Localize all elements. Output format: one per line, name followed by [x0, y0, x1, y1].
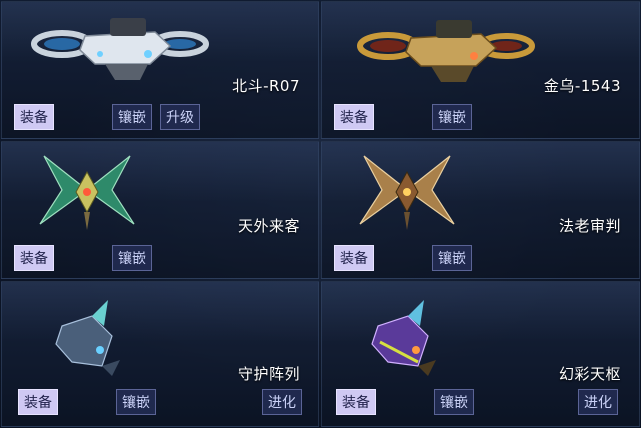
pet-card-shouhu[interactable]: 守护阵列 装备 镶嵌 进化 — [1, 281, 319, 427]
mech-pet-purple-icon — [371, 300, 436, 376]
pet-name: 北斗-R07 — [232, 77, 300, 95]
pet-card-falao[interactable]: 法老审判 装备 镶嵌 — [321, 141, 640, 279]
equip-button[interactable]: 装备 — [14, 245, 54, 271]
drone-gold-icon — [357, 20, 535, 82]
pet-name: 幻彩天枢 — [558, 365, 621, 383]
inlay-button[interactable]: 镶嵌 — [112, 245, 152, 271]
inlay-button[interactable]: 镶嵌 — [432, 104, 472, 130]
pet-card-huancai[interactable]: 幻彩天枢 装备 镶嵌 进化 — [321, 281, 640, 427]
equip-button[interactable]: 装备 — [334, 245, 374, 271]
inlay-button[interactable]: 镶嵌 — [432, 245, 472, 271]
pet-card-tianwai[interactable]: 天外来客 装备 镶嵌 — [1, 141, 319, 279]
mech-pet-blue-icon — [55, 300, 120, 376]
pet-card-jinwu[interactable]: 金乌-1543 装备 镶嵌 — [321, 1, 640, 139]
inlay-button[interactable]: 镶嵌 — [116, 389, 156, 415]
pet-card-beidou[interactable]: 北斗-R07 装备 镶嵌 升级 — [1, 1, 319, 139]
evolve-button[interactable]: 进化 — [262, 389, 302, 415]
evolve-button[interactable]: 进化 — [578, 389, 618, 415]
equip-button[interactable]: 装备 — [18, 389, 58, 415]
equip-button[interactable]: 装备 — [336, 389, 376, 415]
wing-pet-green-icon — [39, 155, 135, 230]
pet-name: 金乌-1543 — [543, 77, 621, 95]
upgrade-button[interactable]: 升级 — [160, 104, 200, 130]
pet-name: 天外来客 — [237, 217, 300, 235]
equip-button[interactable]: 装备 — [14, 104, 54, 130]
wing-pet-gold-icon — [359, 155, 455, 230]
inlay-button[interactable]: 镶嵌 — [434, 389, 474, 415]
drone-silver-icon — [31, 18, 209, 80]
equip-button[interactable]: 装备 — [334, 104, 374, 130]
pet-name: 守护阵列 — [237, 365, 300, 383]
pet-card-grid: 北斗-R07 装备 镶嵌 升级 金乌-1543 装备 镶嵌 天外来客 装备 镶嵌… — [0, 0, 641, 428]
pet-name: 法老审判 — [558, 217, 621, 235]
inlay-button[interactable]: 镶嵌 — [112, 104, 152, 130]
